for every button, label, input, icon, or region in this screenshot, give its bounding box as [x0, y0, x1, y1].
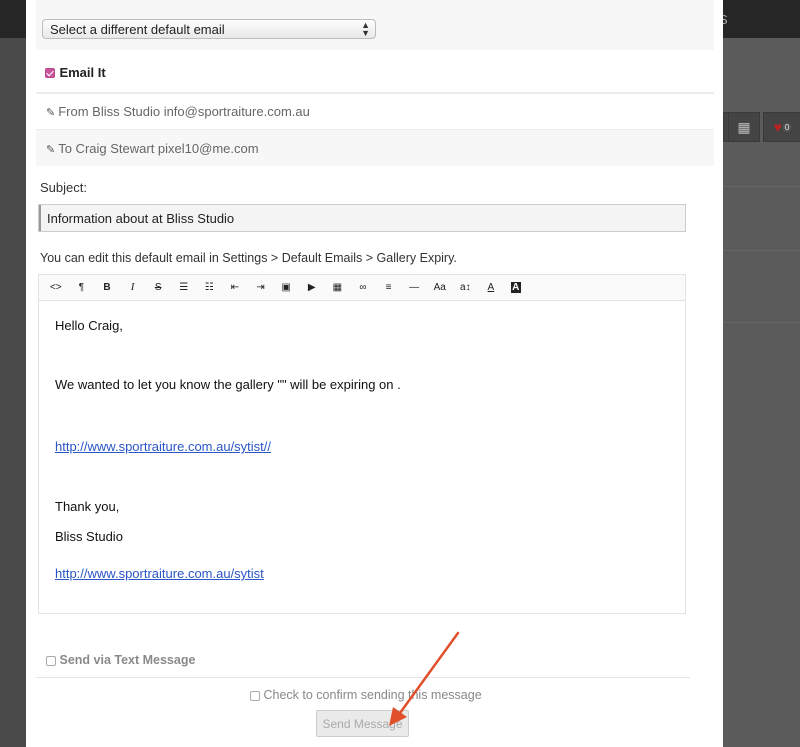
annotation-arrow-icon — [389, 631, 460, 726]
